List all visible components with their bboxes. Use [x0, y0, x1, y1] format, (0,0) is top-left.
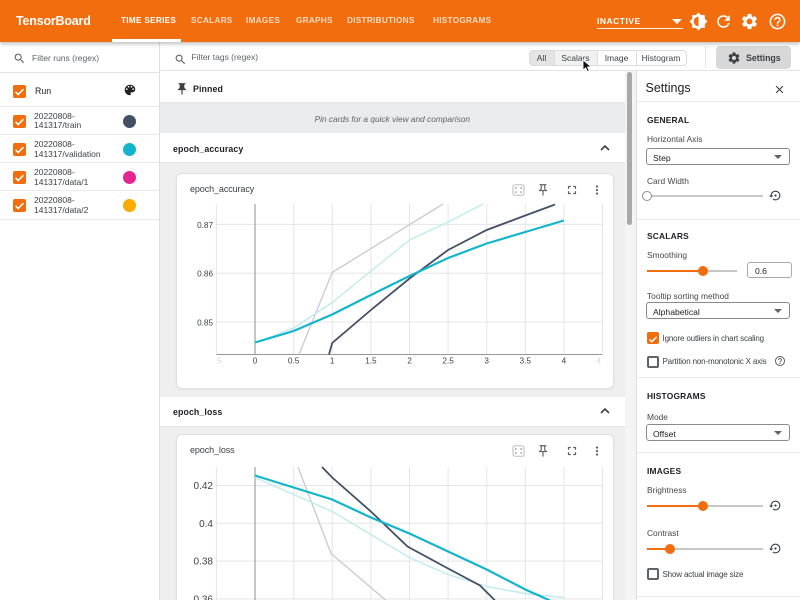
svg-text:0.38: 0.38: [194, 556, 214, 567]
svg-text:4: 4: [596, 357, 601, 366]
svg-text:0.42: 0.42: [194, 481, 214, 492]
svg-text:3.5: 3.5: [520, 357, 532, 366]
svg-text:0.4: 0.4: [199, 518, 213, 529]
svg-text:1: 1: [330, 357, 335, 366]
svg-text:2.5: 2.5: [442, 357, 454, 366]
svg-text:0.36: 0.36: [194, 594, 214, 600]
svg-text:2: 2: [407, 357, 412, 366]
svg-text:0.86: 0.86: [197, 270, 213, 279]
svg-text:1.5: 1.5: [365, 357, 377, 366]
svg-text:0.87: 0.87: [197, 221, 213, 230]
svg-text:0.5: 0.5: [288, 357, 300, 366]
svg-text:5: 5: [217, 357, 222, 366]
svg-text:0.85: 0.85: [197, 319, 213, 328]
svg-text:4: 4: [562, 357, 567, 366]
svg-text:0: 0: [253, 357, 258, 366]
svg-text:3: 3: [484, 357, 489, 366]
